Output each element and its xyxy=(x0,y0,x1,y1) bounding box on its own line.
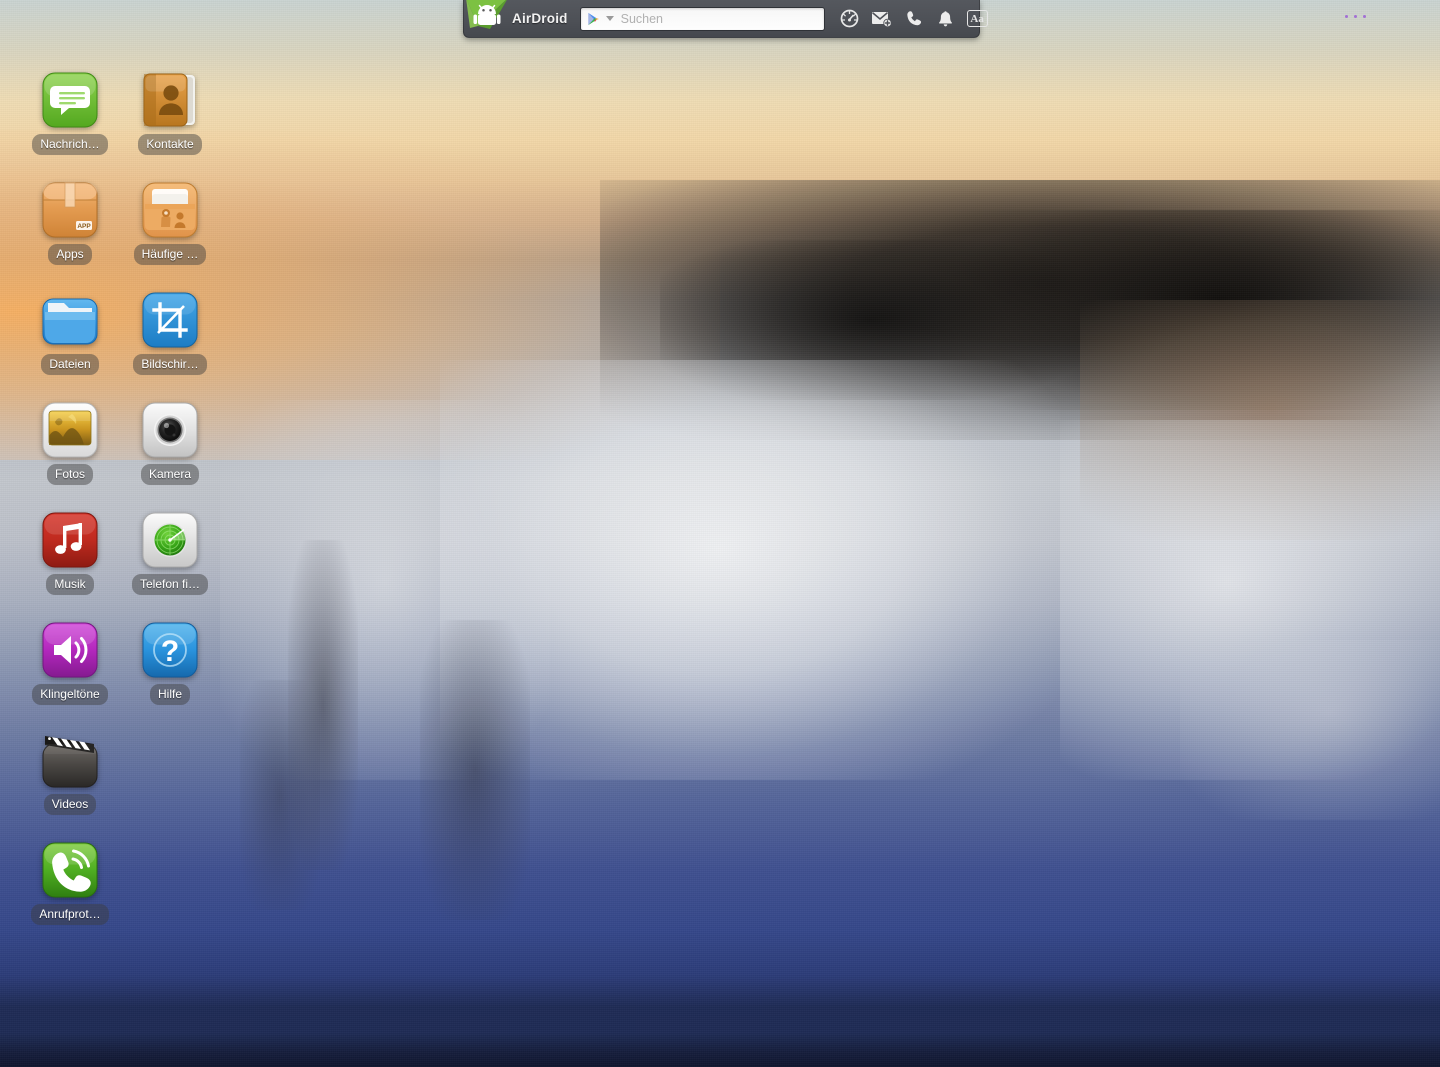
desktop-icon-files[interactable]: Dateien xyxy=(20,292,120,375)
desktop-icon-label: Anrufprot… xyxy=(31,904,109,925)
desktop-icon-music[interactable]: Musik xyxy=(20,512,120,595)
text-size-button[interactable]: Aa xyxy=(966,10,988,27)
desktop-icon-label: Hilfe xyxy=(149,684,190,705)
dashboard-button[interactable] xyxy=(839,8,861,30)
screenshot-crop-icon xyxy=(142,292,198,348)
search-input[interactable] xyxy=(620,11,818,26)
desktop-icon-label: Dateien xyxy=(41,354,99,375)
desktop-icon-label: Kontakte xyxy=(138,134,202,155)
desktop-icon-photos[interactable]: Fotos xyxy=(20,402,120,485)
ringtones-speaker-icon xyxy=(42,622,98,678)
svg-text:APP: APP xyxy=(77,223,91,230)
loading-indicator xyxy=(1345,15,1366,18)
airdroid-toolbar: AirDroid Suchen Aa xyxy=(463,0,988,38)
loading-dot xyxy=(1363,15,1366,18)
speedometer-icon xyxy=(840,9,859,28)
desktop-icon-help[interactable]: ? Hilfe xyxy=(120,622,220,705)
phone-handset-icon xyxy=(906,10,921,25)
new-message-button[interactable] xyxy=(871,8,893,30)
desktop-icon-camera[interactable]: Kamera xyxy=(120,402,220,485)
envelope-plus-icon xyxy=(872,11,892,27)
airdroid-logo-icon[interactable] xyxy=(464,0,510,38)
messages-icon xyxy=(42,72,98,128)
search-box[interactable] xyxy=(579,6,825,31)
call-log-icon xyxy=(42,842,98,898)
google-play-icon[interactable] xyxy=(587,12,600,26)
loading-dot xyxy=(1345,15,1348,18)
desktop-icon-label: Videos xyxy=(43,794,97,815)
camera-icon xyxy=(142,402,198,458)
svg-text:?: ? xyxy=(161,635,179,668)
find-phone-radar-icon xyxy=(142,512,198,568)
chevron-down-icon[interactable] xyxy=(605,16,614,21)
desktop-icon-call-log[interactable]: Anrufprot… xyxy=(20,842,120,925)
notifications-button[interactable] xyxy=(935,8,957,30)
desktop-icon-messages[interactable]: Nachrich… xyxy=(20,72,120,155)
video-clapper-icon xyxy=(42,732,98,788)
desktop-icon-label: Fotos xyxy=(46,464,93,485)
files-folder-icon xyxy=(42,292,98,348)
desktop-icon-label: Häufige … xyxy=(133,244,207,265)
desktop-icon-videos[interactable]: Videos xyxy=(20,732,120,815)
desktop-icon-grid: Nachrich… Kontakte APP Apps Häufige … Da… xyxy=(0,0,1440,1067)
desktop-icon-label: Klingeltöne xyxy=(32,684,108,705)
desktop-icon-label: Telefon fi… xyxy=(131,574,209,595)
desktop-icon-contacts[interactable]: Kontakte xyxy=(120,72,220,155)
music-note-icon xyxy=(42,512,98,568)
desktop-icon-screenshot[interactable]: Bildschir… xyxy=(120,292,220,375)
desktop-icon-find-phone[interactable]: Telefon fi… xyxy=(120,512,220,595)
call-button[interactable] xyxy=(903,8,925,30)
desktop-icon-label: Bildschir… xyxy=(133,354,207,375)
apps-box-icon: APP xyxy=(42,182,98,238)
desktop-icon-label: Nachrich… xyxy=(32,134,108,155)
brand-title: AirDroid xyxy=(512,11,568,26)
help-question-icon: ? xyxy=(142,622,198,678)
desktop-icon-apps[interactable]: APP Apps xyxy=(20,182,120,265)
desktop-icon-frequent-contacts[interactable]: Häufige … xyxy=(120,182,220,265)
frequent-contacts-icon xyxy=(142,182,198,238)
toolbar-actions: Aa xyxy=(839,8,988,30)
contacts-icon xyxy=(142,72,198,128)
desktop-icon-ringtones[interactable]: Klingeltöne xyxy=(20,622,120,705)
desktop-icon-label: Apps xyxy=(48,244,92,265)
photos-icon xyxy=(42,402,98,458)
bell-icon xyxy=(939,10,953,26)
desktop-icon-label: Kamera xyxy=(140,464,200,485)
loading-dot xyxy=(1354,15,1357,18)
desktop-icon-label: Musik xyxy=(46,574,94,595)
